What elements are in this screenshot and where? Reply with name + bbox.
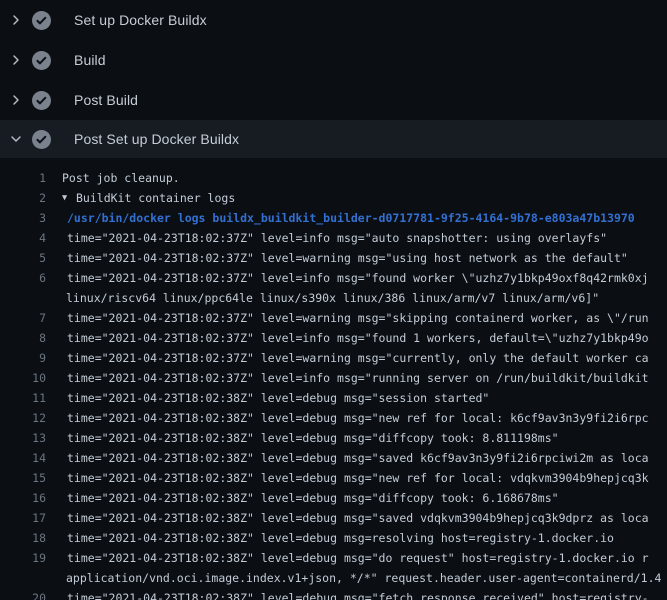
workflow-step-row[interactable]: Build (0, 40, 667, 80)
log-line: 4 time="2021-04-23T18:02:37Z" level=info… (0, 228, 667, 248)
log-line-text: Post job cleanup. (46, 168, 180, 188)
log-line: 15 time="2021-04-23T18:02:38Z" level=deb… (0, 468, 667, 488)
log-line-text: /usr/bin/docker logs buildx_buildkit_bui… (46, 208, 635, 228)
log-line-text: time="2021-04-23T18:02:38Z" level=debug … (46, 508, 649, 528)
log-line-number[interactable]: 11 (0, 388, 46, 408)
log-line-number[interactable]: 5 (0, 248, 46, 268)
log-line: 11 time="2021-04-23T18:02:38Z" level=deb… (0, 388, 667, 408)
log-line-text: time="2021-04-23T18:02:38Z" level=debug … (46, 468, 649, 488)
check-circle-icon (32, 91, 62, 110)
log-line: 7 time="2021-04-23T18:02:37Z" level=warn… (0, 308, 667, 328)
log-line: 20 time="2021-04-23T18:02:38Z" level=deb… (0, 588, 667, 600)
log-line: 18 time="2021-04-23T18:02:38Z" level=deb… (0, 528, 667, 548)
chevron-right-icon[interactable] (0, 52, 32, 68)
log-line-number[interactable]: 8 (0, 328, 46, 348)
log-line: 16 time="2021-04-23T18:02:38Z" level=deb… (0, 488, 667, 508)
log-line: 13 time="2021-04-23T18:02:38Z" level=deb… (0, 428, 667, 448)
actions-log-viewer: Set up Docker Buildx Build Post Buil (0, 0, 667, 600)
log-line: linux/riscv64 linux/ppc64le linux/s390x … (0, 288, 667, 308)
workflow-step-list: Set up Docker Buildx Build Post Buil (0, 0, 667, 158)
check-circle-icon (32, 11, 62, 30)
log-line-number[interactable]: 20 (0, 588, 46, 600)
log-line-text: time="2021-04-23T18:02:37Z" level=info m… (46, 268, 649, 288)
chevron-down-icon[interactable] (0, 131, 32, 147)
log-line-number[interactable]: 16 (0, 488, 46, 508)
log-line-text: time="2021-04-23T18:02:37Z" level=warnin… (46, 348, 649, 368)
log-line-number[interactable] (0, 288, 46, 308)
log-line-number[interactable]: 15 (0, 468, 46, 488)
step-title: Post Build (62, 92, 138, 108)
log-line: 6 time="2021-04-23T18:02:37Z" level=info… (0, 268, 667, 288)
log-group-toggle[interactable]: ▼BuildKit container logs (46, 188, 235, 208)
log-line-text: time="2021-04-23T18:02:37Z" level=warnin… (46, 308, 649, 328)
log-line: 2 ▼BuildKit container logs (0, 188, 667, 208)
log-line-text: time="2021-04-23T18:02:38Z" level=debug … (46, 448, 649, 468)
log-line-text: time="2021-04-23T18:02:38Z" level=debug … (46, 428, 559, 448)
workflow-step-row[interactable]: Post Set up Docker Buildx (0, 120, 667, 158)
log-line: 17 time="2021-04-23T18:02:38Z" level=deb… (0, 508, 667, 528)
log-line-number[interactable]: 13 (0, 428, 46, 448)
chevron-right-icon[interactable] (0, 12, 32, 28)
log-line: 1 Post job cleanup. (0, 168, 667, 188)
log-line-number[interactable]: 6 (0, 268, 46, 288)
step-title: Set up Docker Buildx (62, 12, 207, 28)
workflow-step-row[interactable]: Set up Docker Buildx (0, 0, 667, 40)
log-line-text: time="2021-04-23T18:02:38Z" level=debug … (46, 528, 614, 548)
log-line-text: time="2021-04-23T18:02:38Z" level=debug … (46, 588, 649, 600)
log-line-text: time="2021-04-23T18:02:38Z" level=debug … (46, 388, 489, 408)
log-line-text: time="2021-04-23T18:02:37Z" level=info m… (46, 328, 649, 348)
log-line: 9 time="2021-04-23T18:02:37Z" level=warn… (0, 348, 667, 368)
log-line-text: application/vnd.oci.image.index.v1+json,… (46, 568, 661, 588)
check-circle-icon (32, 51, 62, 70)
step-log-output: 1 Post job cleanup. 2 ▼BuildKit containe… (0, 158, 667, 600)
log-line-number[interactable]: 17 (0, 508, 46, 528)
workflow-step-row[interactable]: Post Build (0, 80, 667, 120)
log-line: 5 time="2021-04-23T18:02:37Z" level=warn… (0, 248, 667, 268)
log-line-number[interactable]: 1 (0, 168, 46, 188)
step-title: Post Set up Docker Buildx (62, 131, 239, 147)
log-line-number[interactable]: 18 (0, 528, 46, 548)
log-line-text: linux/riscv64 linux/ppc64le linux/s390x … (46, 288, 599, 308)
log-line-text: time="2021-04-23T18:02:37Z" level=info m… (46, 228, 607, 248)
log-line-number[interactable] (0, 568, 46, 588)
chevron-right-icon[interactable] (0, 92, 32, 108)
log-line-text: time="2021-04-23T18:02:38Z" level=debug … (46, 488, 559, 508)
log-line-number[interactable]: 14 (0, 448, 46, 468)
log-line-number[interactable]: 19 (0, 548, 46, 568)
log-line-number[interactable]: 9 (0, 348, 46, 368)
log-line-text: time="2021-04-23T18:02:37Z" level=info m… (46, 368, 649, 388)
log-line: 3 /usr/bin/docker logs buildx_buildkit_b… (0, 208, 667, 228)
log-line-text: time="2021-04-23T18:02:38Z" level=debug … (46, 548, 649, 568)
log-line: 8 time="2021-04-23T18:02:37Z" level=info… (0, 328, 667, 348)
log-line: 12 time="2021-04-23T18:02:38Z" level=deb… (0, 408, 667, 428)
step-title: Build (62, 52, 106, 68)
log-line: 14 time="2021-04-23T18:02:38Z" level=deb… (0, 448, 667, 468)
log-line-number[interactable]: 2 (0, 188, 46, 208)
log-line-number[interactable]: 12 (0, 408, 46, 428)
log-line-text: time="2021-04-23T18:02:37Z" level=warnin… (46, 248, 628, 268)
log-line-number[interactable]: 4 (0, 228, 46, 248)
log-line: application/vnd.oci.image.index.v1+json,… (0, 568, 667, 588)
log-line-number[interactable]: 3 (0, 208, 46, 228)
log-line-text: time="2021-04-23T18:02:38Z" level=debug … (46, 408, 649, 428)
log-line: 10 time="2021-04-23T18:02:37Z" level=inf… (0, 368, 667, 388)
log-line-number[interactable]: 10 (0, 368, 46, 388)
log-line: 19 time="2021-04-23T18:02:38Z" level=deb… (0, 548, 667, 568)
check-circle-icon (32, 130, 62, 149)
triangle-down-icon[interactable]: ▼ (62, 188, 76, 208)
log-line-number[interactable]: 7 (0, 308, 46, 328)
